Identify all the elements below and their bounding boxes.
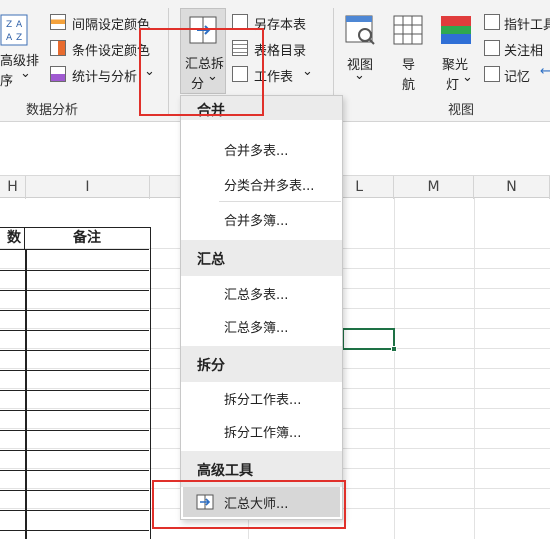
- active-cell-selection[interactable]: [342, 328, 397, 352]
- table-row: [0, 390, 149, 391]
- menu-item-summarize-workbooks[interactable]: 汇总多簿...: [224, 317, 288, 336]
- svg-text:A: A: [6, 33, 13, 43]
- chevron-down-icon: ⌄: [302, 64, 313, 79]
- table-row: [0, 410, 149, 411]
- table-row: [0, 430, 149, 431]
- focus-icon: [484, 40, 500, 56]
- memory-button[interactable]: 记忆 ←: [484, 64, 550, 85]
- menu-item-split-workbook[interactable]: 拆分工作簿...: [224, 422, 301, 441]
- table-header-count: 数: [0, 228, 25, 250]
- highlight-box-summarize-button: [139, 28, 264, 116]
- table-row: [0, 510, 149, 511]
- view-icon: [344, 14, 376, 46]
- chevron-down-icon: ⌄: [462, 70, 473, 85]
- spotlight-icon: [440, 14, 472, 46]
- condition-color-icon: [50, 40, 66, 56]
- table-row: [0, 350, 149, 351]
- menu-section-split: 拆分: [197, 358, 225, 374]
- view-button[interactable]: 视图 ⌄: [342, 12, 382, 92]
- chevron-down-icon: ⌄: [20, 66, 31, 81]
- navigation-button[interactable]: 导 航: [390, 12, 430, 93]
- svg-text:A: A: [16, 20, 23, 30]
- pointer-tool-icon: [484, 14, 500, 30]
- svg-text:Z: Z: [16, 33, 22, 43]
- column-header-n[interactable]: N: [474, 176, 550, 199]
- table-row: [0, 290, 149, 291]
- focus-button[interactable]: 关注相: [484, 38, 550, 59]
- table-row: [0, 530, 149, 531]
- table-row: [0, 330, 149, 331]
- table-row: [0, 490, 149, 491]
- column-header-m[interactable]: M: [394, 176, 474, 199]
- chevron-down-icon: ⌄: [354, 68, 365, 83]
- menu-item-category-merge[interactable]: 分类合并多表...: [224, 175, 314, 194]
- arrow-left-icon: ←: [540, 64, 550, 79]
- advanced-sort-button[interactable]: 高级排 序 ⌄: [0, 50, 40, 90]
- menu-item-summarize-sheets[interactable]: 汇总多表...: [224, 284, 288, 303]
- svg-text:Z: Z: [6, 20, 12, 30]
- table-column-line: [25, 250, 27, 539]
- highlight-box-summary-master: [152, 480, 346, 529]
- data-table: 数 备注: [0, 227, 151, 539]
- table-row: [0, 470, 149, 471]
- menu-section-advanced-tools: 高级工具: [197, 463, 253, 479]
- pointer-tool-button[interactable]: 指针工具: [484, 12, 550, 33]
- summarize-split-menu: 合并 合并多表... 分类合并多表... 合并多簿... 汇总 汇总多表... …: [180, 95, 343, 520]
- grid-color-icon: [50, 14, 66, 30]
- group-label-data-analysis: 数据分析: [26, 103, 79, 118]
- group-label-view: 视图: [448, 103, 475, 118]
- table-header-remarks: 备注: [25, 228, 149, 250]
- memory-icon: [484, 66, 500, 82]
- menu-divider: [219, 201, 341, 202]
- stats-icon: [50, 66, 66, 82]
- sort-az-icon: Z A A Z: [0, 14, 30, 46]
- table-row: [0, 450, 149, 451]
- menu-item-merge-sheets[interactable]: 合并多表...: [224, 140, 288, 159]
- table-row: [0, 270, 149, 271]
- spotlight-button[interactable]: 聚光 灯 ⌄: [438, 12, 478, 93]
- table-row: [0, 370, 149, 371]
- column-header-h[interactable]: H: [0, 176, 26, 199]
- menu-item-merge-workbooks[interactable]: 合并多簿...: [224, 210, 288, 229]
- table-row: [0, 310, 149, 311]
- navigation-grid-icon: [392, 14, 424, 46]
- column-header-i[interactable]: I: [26, 176, 150, 199]
- menu-item-split-worksheet[interactable]: 拆分工作表...: [224, 389, 301, 408]
- menu-section-summarize: 汇总: [197, 252, 225, 268]
- fill-handle[interactable]: [391, 346, 397, 352]
